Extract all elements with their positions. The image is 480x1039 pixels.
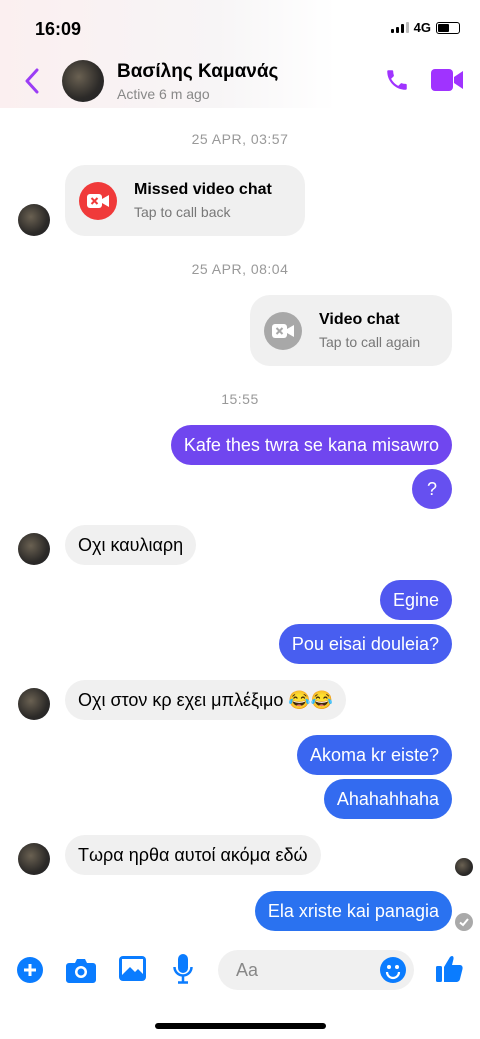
timestamp: 25 APR, 03:57 xyxy=(191,131,289,147)
message-out: Ela xriste kai panagia xyxy=(254,891,452,931)
missed-video-icon xyxy=(79,181,117,220)
home-indicator[interactable] xyxy=(155,1023,326,1029)
battery-icon xyxy=(436,21,460,34)
video-chat-icon xyxy=(264,311,302,350)
sender-avatar xyxy=(18,843,50,875)
sender-avatar xyxy=(18,204,50,236)
video-chat-card[interactable]: Video chat Tap to call again xyxy=(250,295,452,366)
plus-icon[interactable] xyxy=(17,957,43,983)
sender-avatar xyxy=(18,533,50,565)
back-icon[interactable] xyxy=(24,68,40,94)
missed-call-title: Missed video chat xyxy=(134,181,272,198)
contact-name[interactable]: Βασίλης Καμανάς xyxy=(117,61,278,83)
video-chat-sub: Tap to call again xyxy=(319,334,421,350)
status-icons: 4G xyxy=(390,20,460,35)
microphone-icon[interactable] xyxy=(173,954,193,984)
missed-call-sub: Tap to call back xyxy=(134,204,231,220)
message-in: Οχι στον κρ εχει μπλέξιμο 😂😂 xyxy=(65,680,347,720)
timestamp: 25 APR, 08:04 xyxy=(191,261,289,277)
status-time: 16:09 xyxy=(35,19,82,39)
phone-icon[interactable] xyxy=(384,67,410,93)
network-label: 4G xyxy=(413,20,431,35)
message-out: ? xyxy=(411,469,452,509)
timestamp: 15:55 xyxy=(221,391,259,407)
emoji-icon[interactable] xyxy=(380,957,406,983)
seen-avatar xyxy=(455,858,473,876)
contact-status: Active 6 m ago xyxy=(117,86,210,102)
delivered-check-icon xyxy=(455,913,473,931)
signal-icon xyxy=(390,22,409,33)
message-placeholder: Aa xyxy=(236,960,259,980)
like-icon[interactable] xyxy=(436,954,463,982)
message-out: Akoma kr eiste? xyxy=(296,735,452,775)
missed-call-card[interactable]: Missed video chat Tap to call back xyxy=(65,165,305,236)
sender-avatar xyxy=(18,688,50,720)
camera-icon[interactable] xyxy=(66,957,96,983)
message-out: Ahahahhaha xyxy=(323,779,452,819)
message-out: Egine xyxy=(379,580,452,620)
message-in: Τωρα ηρθα αυτοί ακόμα εδώ xyxy=(65,835,321,875)
message-input[interactable]: Aa xyxy=(218,950,414,990)
video-call-icon[interactable] xyxy=(431,69,463,91)
message-out: Pou eisai douleia? xyxy=(278,624,452,664)
gallery-icon[interactable] xyxy=(119,956,146,981)
message-in: Οχι καυλιαρη xyxy=(65,525,197,565)
contact-avatar[interactable] xyxy=(62,60,104,102)
video-chat-title: Video chat xyxy=(319,311,400,328)
message-out: Kafe thes twra se kana misawro xyxy=(170,425,452,465)
